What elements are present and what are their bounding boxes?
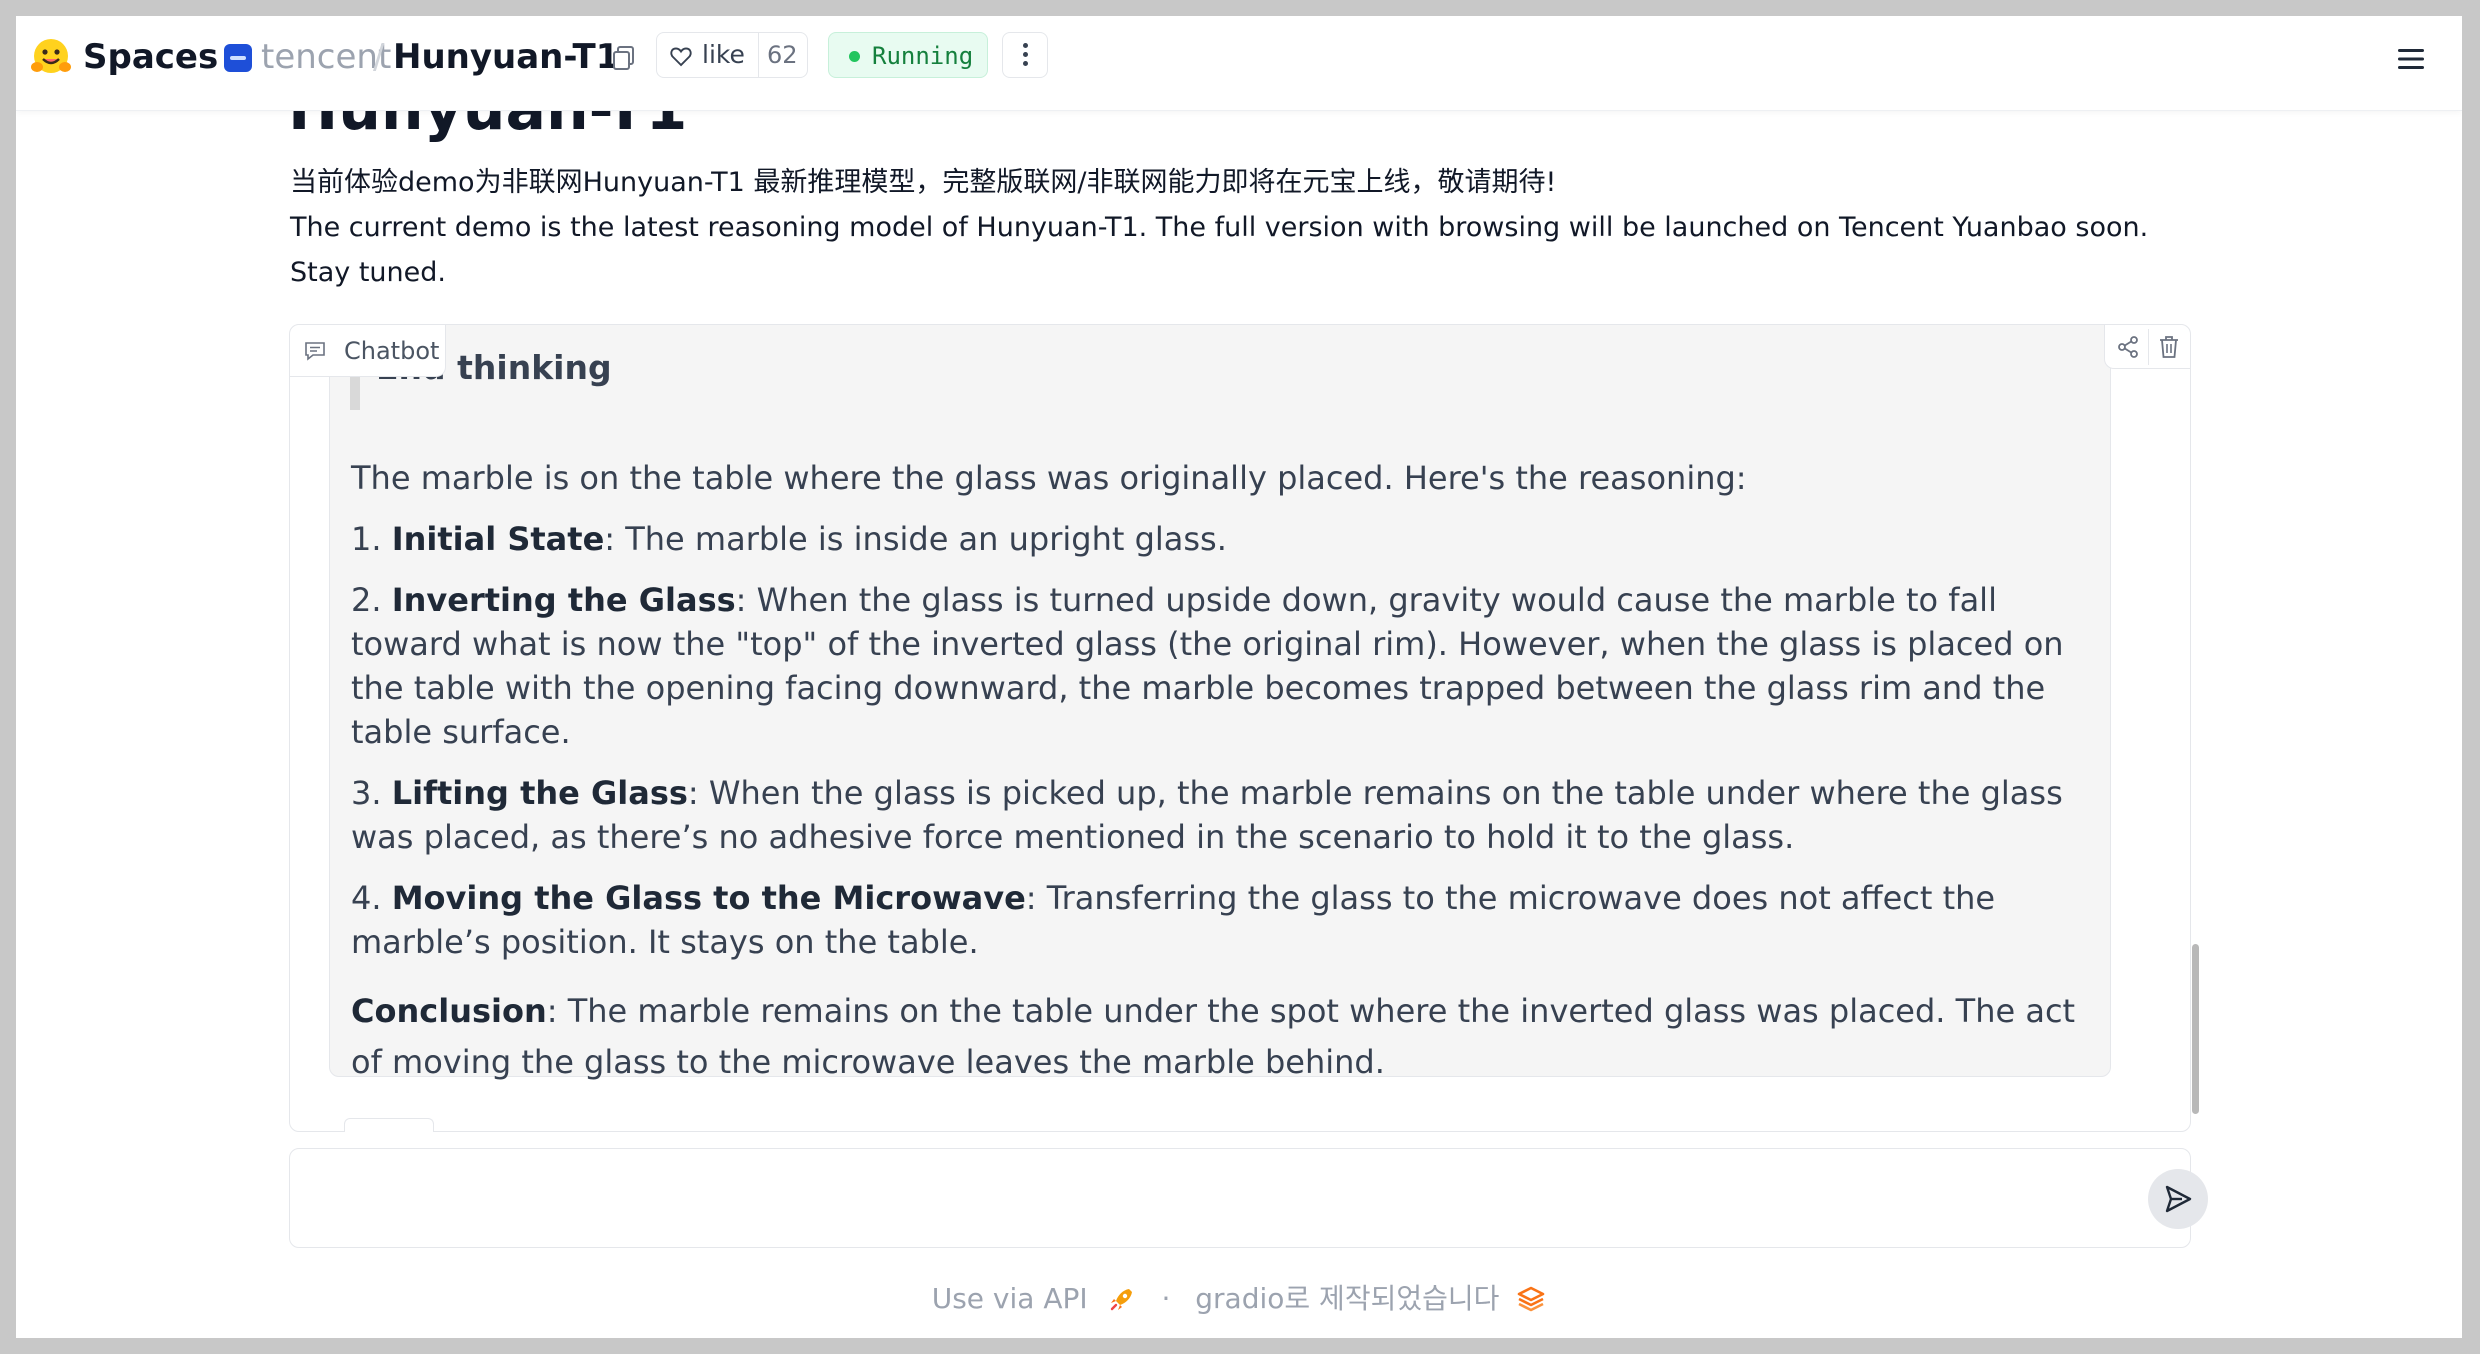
rocket-icon (1110, 1289, 1132, 1311)
chatbot-label: Chatbot (290, 325, 446, 377)
org-link[interactable]: tencent (261, 34, 391, 80)
more-vertical-icon (1023, 43, 1028, 48)
toolbar-divider (2148, 329, 2149, 365)
gradio-credit-link[interactable]: gradio로 제작되었습니다 (1195, 1279, 1499, 1319)
use-via-api-link[interactable]: Use via API (932, 1279, 1088, 1319)
footer: Use via API · gradio로 제작되었습니다 (16, 1278, 2462, 1319)
list-item: 2. Inverting the Glass: When the glass i… (351, 581, 2064, 751)
chatbot-panel: Chatbot End thinking The marble is on th… (289, 324, 2191, 1132)
chat-scrollbar[interactable] (2192, 944, 2199, 1114)
browser-viewport: Spaces tencent / Hunyuan-T1 like 62 Runn… (16, 16, 2462, 1338)
copy-icon[interactable] (609, 43, 639, 73)
heart-icon (670, 47, 692, 67)
hamburger-menu-icon[interactable] (2394, 42, 2428, 76)
like-label: like (702, 40, 745, 69)
chatbot-toolbar (2104, 325, 2190, 369)
list-item: 3. Lifting the Glass: When the glass is … (351, 774, 2063, 856)
answer-intro: The marble is on the table where the gla… (351, 459, 1747, 497)
more-options-button[interactable] (1002, 32, 1048, 78)
spaces-link[interactable]: Spaces (83, 34, 218, 80)
footer-separator: · (1161, 1282, 1171, 1315)
chatbot-label-text: Chatbot (344, 337, 440, 365)
top-navigation-bar: Spaces tencent / Hunyuan-T1 like 62 Runn… (16, 16, 2462, 111)
status-badge[interactable]: Running (828, 32, 988, 78)
gradio-logo (1517, 1286, 1545, 1312)
more-vertical-icon-dot (1023, 61, 1028, 66)
conclusion: Conclusion: The marble remains on the ta… (351, 992, 2076, 1081)
status-label: Running (872, 42, 974, 70)
hugging-face-logo[interactable] (30, 36, 72, 78)
like-count[interactable]: 62 (767, 39, 798, 71)
repo-name-link[interactable]: Hunyuan-T1 (393, 34, 619, 80)
share-icon[interactable] (2116, 335, 2140, 359)
chat-icon (305, 342, 325, 361)
like-button[interactable]: like 62 (656, 32, 808, 78)
more-vertical-icon-dot (1023, 52, 1028, 57)
like-divider (758, 33, 759, 77)
bot-message: End thinking The marble is on the table … (329, 325, 2111, 1081)
list-item: 4. Moving the Glass to the Microwave: Tr… (351, 879, 1996, 961)
description: 当前体验demo为非联网Hunyuan-T1 最新推理模型，完整版联网/非联网能… (290, 160, 2150, 295)
message-input-box[interactable] (289, 1148, 2208, 1248)
description-english: The current demo is the latest reasoning… (290, 212, 2149, 288)
description-chinese: 当前体验demo为非联网Hunyuan-T1 最新推理模型，完整版联网/非联网能… (290, 167, 1557, 198)
trash-icon[interactable] (2157, 334, 2181, 360)
message-body: The marble is on the table where the gla… (351, 456, 2091, 1088)
send-button[interactable] (2148, 1169, 2208, 1229)
status-dot-icon (849, 51, 860, 62)
message-input[interactable] (310, 1169, 2114, 1233)
message-actions-tab[interactable] (344, 1118, 434, 1132)
list-item: 1. Initial State: The marble is inside a… (351, 520, 1227, 558)
send-icon (2165, 1185, 2192, 1213)
breadcrumb-separator: / (373, 37, 385, 77)
tencent-logo (224, 44, 252, 72)
